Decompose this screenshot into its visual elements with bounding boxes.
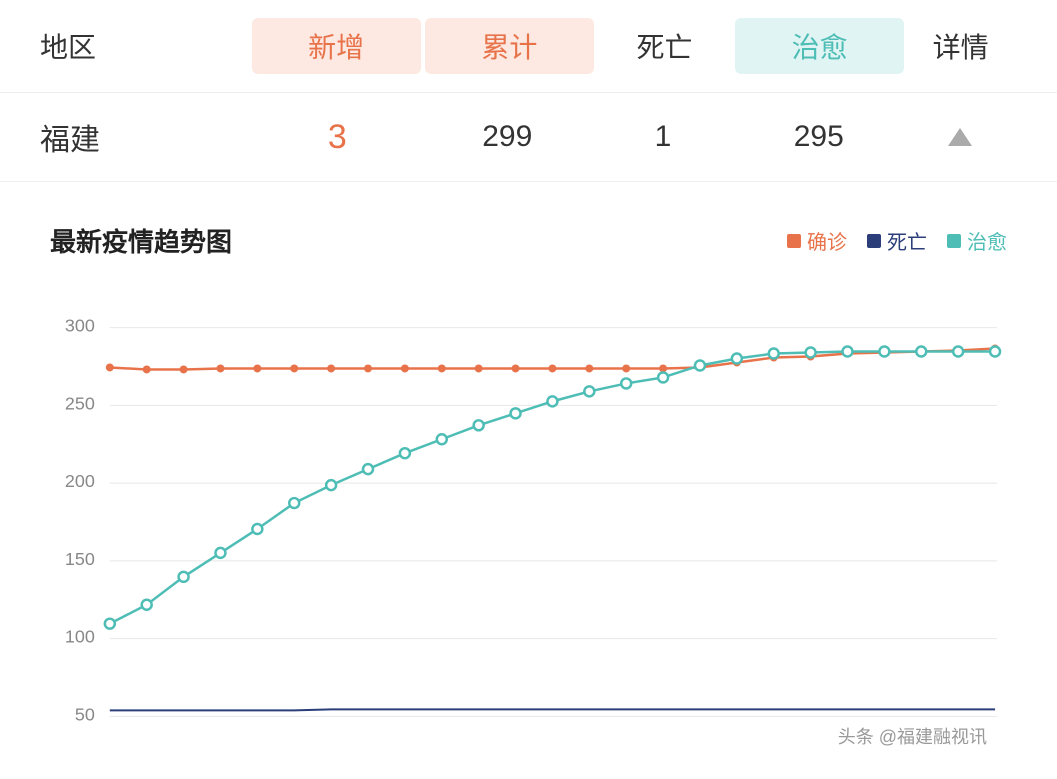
watermark-text: 头条 @福建融视讯	[838, 723, 987, 749]
confirmed-dot-4	[253, 364, 261, 372]
svg-text:100: 100	[65, 627, 95, 647]
cell-region: 福建	[40, 115, 252, 159]
recovered-dot-3	[215, 548, 225, 558]
cell-recovered: 295	[734, 120, 904, 154]
chart-header: 最新疫情趋势图 确诊 死亡 治愈	[50, 222, 1007, 259]
recovered-dot-20	[843, 347, 853, 357]
confirmed-dot-1	[143, 365, 151, 373]
recovered-dot-11	[511, 408, 521, 418]
header-details: 详情	[904, 26, 1017, 66]
confirmed-dot-13	[585, 364, 593, 372]
svg-text:50: 50	[75, 704, 95, 724]
recovered-dot-6	[326, 480, 336, 490]
confirmed-dot-2	[180, 365, 188, 373]
chart-svg: 300 250 200 150 100 50	[50, 279, 1007, 759]
recovered-dot-18	[769, 349, 779, 359]
confirmed-dot-7	[364, 364, 372, 372]
recovered-dot-24	[990, 347, 1000, 357]
recovered-dot-16	[695, 360, 705, 370]
legend-confirmed-label: 确诊	[807, 226, 847, 255]
confirmed-dot-14	[622, 364, 630, 372]
deaths-dot	[867, 234, 881, 248]
chart-container: 最新疫情趋势图 确诊 死亡 治愈 300 250 200 150 100 50	[30, 202, 1027, 769]
chevron-up-icon	[948, 128, 972, 146]
confirmed-dot-8	[401, 364, 409, 372]
recovered-line	[110, 352, 995, 624]
legend-deaths: 死亡	[867, 226, 927, 255]
header-recovered: 治愈	[735, 18, 904, 74]
recovered-dot-0	[105, 619, 115, 629]
recovered-dot-10	[474, 420, 484, 430]
recovered-dot-23	[953, 347, 963, 357]
confirmed-dot-12	[548, 364, 556, 372]
cell-new-cases: 3	[252, 118, 422, 157]
recovered-dot-12	[547, 396, 557, 406]
chart-legend: 确诊 死亡 治愈	[787, 226, 1007, 255]
recovered-dot-13	[584, 386, 594, 396]
header-cumulative: 累计	[425, 18, 594, 74]
recovered-dot-14	[621, 378, 631, 388]
svg-text:250: 250	[65, 393, 95, 413]
header-new-cases: 新增	[252, 18, 421, 74]
confirmed-dot-11	[512, 364, 520, 372]
legend-recovered-label: 治愈	[967, 226, 1007, 255]
recovered-dot-22	[916, 347, 926, 357]
confirmed-dot-6	[327, 364, 335, 372]
recovered-dot-8	[400, 448, 410, 458]
recovered-dot-5	[289, 498, 299, 508]
chart-svg-area: 300 250 200 150 100 50	[50, 279, 1007, 759]
confirmed-dot-0	[106, 363, 114, 371]
header-deaths: 死亡	[594, 26, 735, 66]
confirmed-dot-3	[216, 364, 224, 372]
recovered-dot	[947, 234, 961, 248]
confirmed-dot-10	[475, 364, 483, 372]
cell-details[interactable]	[904, 120, 1017, 154]
confirmed-dot	[787, 234, 801, 248]
recovered-dot-7	[363, 464, 373, 474]
cell-cumulative: 299	[422, 120, 592, 154]
recovered-dot-17	[732, 354, 742, 364]
table-header: 地区 新增 累计 死亡 治愈 详情	[0, 0, 1057, 93]
recovered-dot-9	[437, 434, 447, 444]
chart-title: 最新疫情趋势图	[50, 222, 232, 259]
recovered-dot-21	[879, 347, 889, 357]
recovered-dot-4	[252, 524, 262, 534]
legend-deaths-label: 死亡	[887, 226, 927, 255]
recovered-dot-15	[658, 372, 668, 382]
confirmed-dot-5	[290, 364, 298, 372]
deaths-line	[110, 709, 995, 710]
svg-text:150: 150	[65, 549, 95, 569]
recovered-dot-1	[142, 600, 152, 610]
recovered-dot-19	[806, 348, 816, 358]
legend-recovered: 治愈	[947, 226, 1007, 255]
confirmed-dot-9	[438, 364, 446, 372]
legend-confirmed: 确诊	[787, 226, 847, 255]
recovered-dot-2	[179, 572, 189, 582]
svg-text:200: 200	[65, 471, 95, 491]
table-row: 福建 3 299 1 295	[0, 93, 1057, 182]
header-region: 地区	[40, 26, 252, 66]
cell-deaths: 1	[592, 120, 734, 154]
svg-text:300: 300	[65, 316, 95, 336]
